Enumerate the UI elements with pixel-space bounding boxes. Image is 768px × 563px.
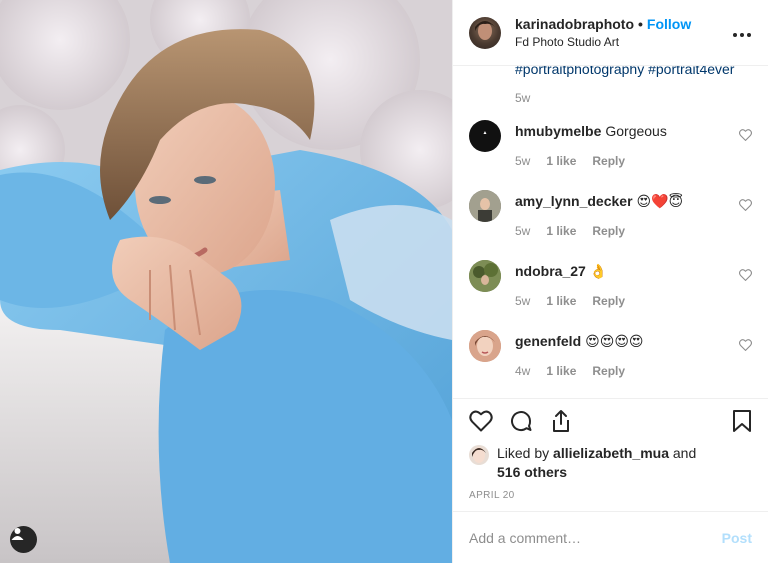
commenter-avatar[interactable] [469, 190, 501, 222]
post-details-panel: karinadobraphoto • Follow Fd Photo Studio … [452, 0, 768, 563]
comment-text: 😍❤️😇 [636, 193, 684, 209]
more-icon[interactable] [732, 22, 752, 43]
owner-info: karinadobraphoto • Follow Fd Photo Studio … [515, 15, 732, 51]
caption: #portraitphotography #portrait4ever 5w [515, 66, 734, 105]
svg-text:▲: ▲ [483, 130, 488, 136]
comment-username[interactable]: hmubymelbe [515, 123, 601, 139]
likes-and: and [668, 445, 697, 461]
comment-body: amy_lynn_decker 😍❤️😇 5w 1 like Reply [515, 192, 724, 238]
comment-item: genenfeld 😍😍😍😍 4w 1 like Reply [469, 330, 752, 388]
reply-button[interactable]: Reply [592, 364, 625, 378]
post-comment-button[interactable]: Post [722, 530, 752, 546]
follow-button[interactable]: Follow [647, 16, 691, 32]
add-comment-bar: Post [453, 511, 768, 563]
commenter-avatar[interactable]: ▲ [469, 120, 501, 152]
comment-body: genenfeld 😍😍😍😍 4w 1 like Reply [515, 332, 724, 378]
comment-like-heart-icon[interactable] [739, 198, 752, 214]
comments-list[interactable]: #portraitphotography #portrait4ever 5w ▲… [453, 66, 768, 398]
user-tag-icon[interactable] [10, 526, 37, 553]
likes-summary: Liked by allielizabeth_mua and 516 other… [469, 444, 696, 482]
comment-text: 😍😍😍😍 [585, 333, 644, 349]
owner-username[interactable]: karinadobraphoto [515, 16, 634, 32]
comment-age: 5w [515, 224, 531, 238]
comment-like-heart-icon[interactable] [739, 338, 752, 354]
comment-input[interactable] [469, 529, 722, 546]
likes-others[interactable]: 516 others [497, 464, 567, 480]
likes-text: Liked by allielizabeth_mua and 516 other… [497, 444, 696, 482]
portrait-illustration [0, 0, 452, 563]
comment-age: 4w [515, 364, 531, 378]
commenter-avatar[interactable] [469, 260, 501, 292]
bookmark-icon[interactable] [732, 409, 752, 433]
comment-item: ndobra_27 👌 5w 1 like Reply [469, 260, 752, 318]
owner-avatar[interactable] [469, 16, 501, 49]
comment-likes[interactable]: 1 like [546, 224, 576, 238]
reply-button[interactable]: Reply [592, 224, 625, 238]
caption-hashtags[interactable]: #portraitphotography #portrait4ever [515, 66, 734, 77]
post-location[interactable]: Fd Photo Studio Art [515, 33, 732, 51]
post-date[interactable]: APRIL 20 [469, 490, 515, 501]
post-modal: karinadobraphoto • Follow Fd Photo Studio … [0, 0, 768, 563]
comment-icon[interactable] [509, 409, 533, 433]
comment-likes[interactable]: 1 like [546, 154, 576, 168]
comment-likes[interactable]: 1 like [546, 294, 576, 308]
caption-age: 5w [515, 91, 531, 105]
liker-avatar[interactable] [469, 445, 489, 465]
post-header: karinadobraphoto • Follow Fd Photo Studio … [453, 0, 768, 66]
comment-item: amy_lynn_decker 😍❤️😇 5w 1 like Reply [469, 190, 752, 248]
comment-like-heart-icon[interactable] [739, 268, 752, 284]
comment-text: 👌 [589, 263, 608, 279]
reply-button[interactable]: Reply [592, 154, 625, 168]
separator-dot: • [638, 15, 643, 32]
post-photo[interactable] [0, 0, 452, 563]
comment-likes[interactable]: 1 like [546, 364, 576, 378]
commenter-avatar[interactable] [469, 330, 501, 362]
comment-like-heart-icon[interactable] [739, 128, 752, 144]
comment-username[interactable]: genenfeld [515, 333, 581, 349]
post-actions-area: Liked by allielizabeth_mua and 516 other… [453, 398, 768, 511]
comment-body: ndobra_27 👌 5w 1 like Reply [515, 262, 724, 308]
comment-username[interactable]: amy_lynn_decker [515, 193, 633, 209]
likes-prefix: Liked by [497, 445, 554, 461]
liker-username[interactable]: allielizabeth_mua [553, 445, 669, 461]
heart-icon[interactable] [469, 410, 493, 432]
comment-username[interactable]: ndobra_27 [515, 263, 586, 279]
reply-button[interactable]: Reply [592, 294, 625, 308]
action-bar [469, 409, 752, 433]
comment-text: Gorgeous [605, 123, 667, 139]
comment-body: hmubymelbe Gorgeous 5w 1 like Reply [515, 122, 724, 168]
comment-age: 5w [515, 294, 531, 308]
comment-item: ▲ hmubymelbe Gorgeous 5w 1 like Reply [469, 120, 752, 178]
share-icon[interactable] [549, 409, 573, 433]
comment-age: 5w [515, 154, 531, 168]
